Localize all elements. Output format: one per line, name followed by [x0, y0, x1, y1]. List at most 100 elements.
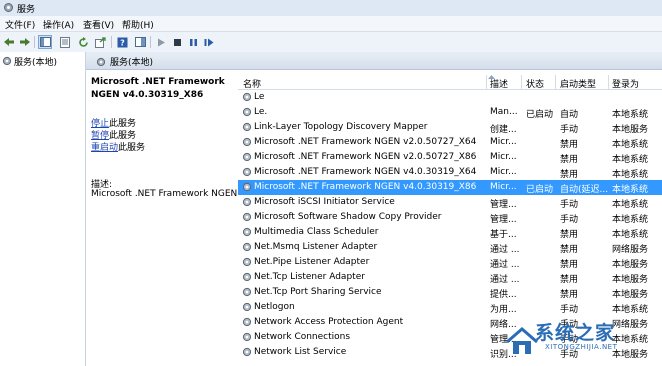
cell-logon: 本地系统 — [612, 215, 649, 225]
menu-action[interactable]: 操作(A) — [43, 18, 74, 31]
table-row[interactable]: Microsoft iSCSI Initiator Service 管理... 手动… — [238, 195, 662, 210]
cell-name: Network Connections — [254, 332, 351, 342]
menu-view[interactable]: 查看(V) — [83, 18, 114, 31]
selected-service-name: Microsoft .NET Framework NGEN v4.0.30319… — [91, 77, 225, 100]
table-row[interactable]: Microsoft .NET Framework NGEN v2.0.50727… — [238, 135, 662, 150]
column-separator[interactable] — [521, 75, 522, 89]
service-gear-icon — [242, 317, 252, 327]
cell-name: Microsoft iSCSI Initiator Service — [254, 197, 395, 207]
table-row[interactable]: Le. Man... 已启动 自动 本地系统 — [238, 105, 662, 120]
title-bar: 服务 — [0, 0, 662, 17]
cell-name: Net.Tcp Port Sharing Service — [254, 287, 382, 297]
watermark-text: 系统之家 — [535, 322, 616, 344]
table-row[interactable]: Net.Tcp Port Sharing Service 提供... 禁用 本地服务 — [238, 285, 662, 300]
cell-startup: 禁用 — [560, 230, 579, 240]
cell-desc: Man... — [490, 107, 518, 117]
menu-help[interactable]: 帮助(H) — [122, 18, 154, 31]
detail-header-title: 服务(本地) — [110, 58, 154, 68]
cell-desc: Micr... — [490, 167, 517, 177]
service-gear-icon — [242, 257, 252, 267]
cell-name: Microsoft .NET Framework NGEN v2.0.50727… — [254, 152, 477, 162]
menu-file[interactable]: 文件(F) — [5, 18, 35, 31]
cell-startup: 禁用 — [560, 155, 579, 165]
service-gear-icon — [242, 272, 252, 282]
cell-logon: 本地服务 — [612, 275, 649, 285]
svg-text:?: ? — [120, 38, 125, 47]
help-icon[interactable]: ? — [115, 35, 129, 49]
restart-icon[interactable] — [202, 35, 216, 49]
back-icon[interactable] — [2, 35, 16, 49]
cell-logon: 本地服务 — [612, 290, 649, 300]
gear-icon — [96, 57, 106, 66]
table-row[interactable]: Link-Layer Topology Discovery Mapper 创建..… — [238, 120, 662, 135]
tree-item-services-local[interactable]: 服务(本地) — [2, 55, 58, 68]
restart-link[interactable]: 重启动 — [91, 143, 118, 153]
stop-icon[interactable] — [170, 35, 184, 49]
cell-desc: 创建... — [490, 125, 517, 135]
cell-startup: 手动 — [560, 305, 579, 315]
column-separator[interactable] — [486, 75, 487, 89]
table-row[interactable]: Netlogon 为用... 手动 本地系统 — [238, 300, 662, 315]
table-row[interactable]: Net.Msmq Listener Adapter 通过 ... 禁用 网络服务 — [238, 240, 662, 255]
watermark-logo: 系统之家 XITONGZHIJIA.NET — [505, 316, 662, 366]
service-gear-icon — [242, 242, 252, 252]
tree-item-label: 服务(本地) — [14, 57, 58, 68]
properties-icon[interactable] — [58, 35, 72, 49]
toolbar-separator — [111, 36, 112, 48]
cell-startup: 禁用 — [560, 275, 579, 285]
pause-icon[interactable] — [186, 35, 200, 49]
cell-logon: 本地系统 — [612, 305, 649, 315]
refresh-icon[interactable] — [76, 35, 90, 49]
restart-service-action: 重启动此服务 — [91, 143, 146, 153]
cell-startup: 禁用 — [560, 140, 579, 150]
service-gear-icon — [242, 152, 252, 162]
cell-desc: 管理... — [490, 200, 517, 210]
cell-desc: 为用... — [490, 305, 517, 315]
table-row[interactable]: Microsoft .NET Framework NGEN v2.0.50727… — [238, 150, 662, 165]
service-gear-icon — [242, 287, 252, 297]
column-separator[interactable] — [608, 75, 609, 89]
table-row[interactable]: Microsoft Software Shadow Copy Provider 管… — [238, 210, 662, 225]
cell-startup: 禁用 — [560, 170, 579, 180]
service-gear-icon — [242, 137, 252, 147]
toolbar-separator — [150, 36, 151, 48]
cell-logon: 本地系统 — [612, 110, 649, 120]
service-gear-icon — [242, 347, 252, 357]
table-row[interactable]: Multimedia Class Scheduler 基于... 禁用 本地系统 — [238, 225, 662, 240]
service-gear-icon — [242, 212, 252, 222]
cell-logon: 本地系统 — [612, 185, 649, 195]
forward-icon[interactable] — [18, 35, 32, 49]
cell-desc: 提供... — [490, 290, 517, 300]
cell-startup: 自动 — [560, 110, 579, 120]
show-hide-icon[interactable] — [133, 35, 147, 49]
cell-name: Le. — [254, 107, 268, 117]
cell-desc: 通过 ... — [490, 260, 520, 270]
cell-startup: 手动 — [560, 215, 579, 225]
start-icon[interactable] — [154, 35, 168, 49]
cell-name: Network List Service — [254, 347, 347, 357]
toolbar: ? — [0, 32, 662, 53]
cell-status: 已启动 — [526, 110, 554, 120]
window-title: 服务 — [17, 5, 36, 15]
service-gear-icon — [242, 332, 252, 342]
cell-startup: 禁用 — [560, 245, 579, 255]
service-gear-icon — [242, 182, 252, 192]
table-row[interactable]: Le — [238, 90, 662, 105]
service-gear-icon — [242, 107, 252, 117]
cell-logon: 本地系统 — [612, 155, 649, 165]
description-pane: Microsoft .NET Framework NGEN v4.0.30319… — [86, 70, 238, 366]
description-text: Microsoft .NET Framework NGEN — [91, 189, 238, 199]
column-separator[interactable] — [555, 75, 556, 89]
table-row[interactable]: Net.Tcp Listener Adapter 通过 ... 禁用 本地服务 — [238, 270, 662, 285]
console-tree-icon[interactable] — [38, 35, 52, 49]
table-row[interactable]: Net.Pipe Listener Adapter 通过 ... 禁用 本地服务 — [238, 255, 662, 270]
cell-name: Microsoft Software Shadow Copy Provider — [254, 212, 442, 222]
cell-name: Net.Msmq Listener Adapter — [254, 242, 378, 252]
export-icon[interactable] — [93, 35, 107, 49]
table-row[interactable]: Microsoft .NET Framework NGEN v4.0.30319… — [238, 180, 662, 195]
table-row[interactable]: Microsoft .NET Framework NGEN v4.0.30319… — [238, 165, 662, 180]
cell-startup: 手动 — [560, 200, 579, 210]
cell-name: Net.Pipe Listener Adapter — [254, 257, 370, 267]
gear-icon — [2, 56, 12, 66]
cell-logon: 本地服务 — [612, 125, 649, 135]
